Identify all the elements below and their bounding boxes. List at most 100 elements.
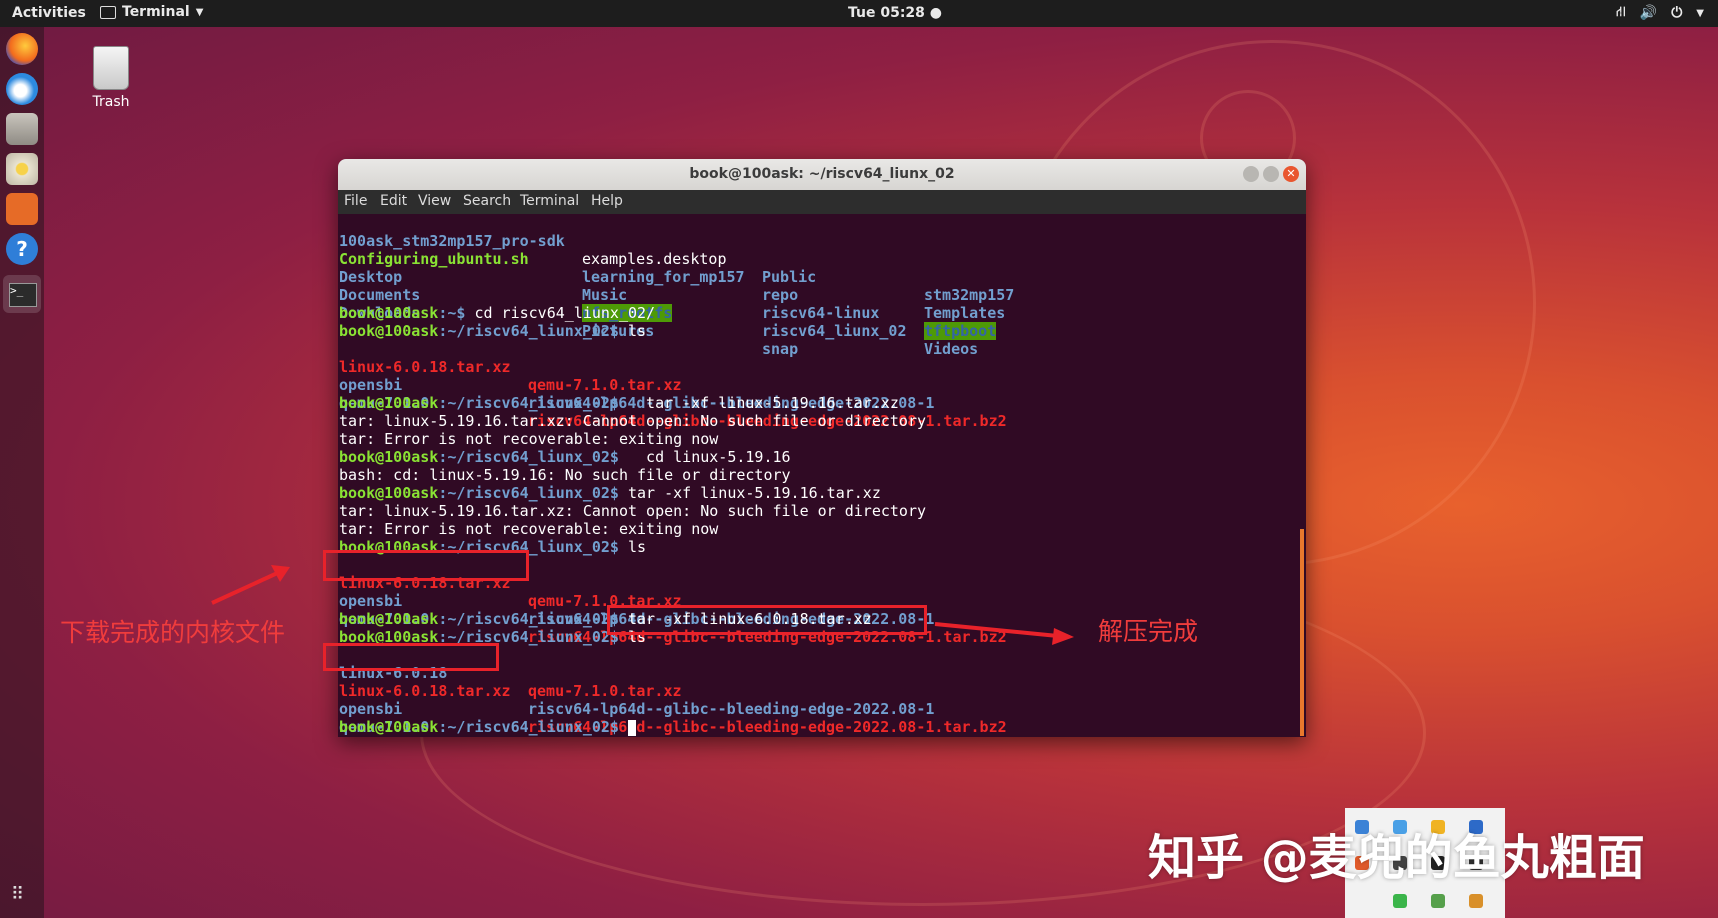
terminal-line: book@100ask:~/riscv64_liunx_02$ tar -xf … xyxy=(339,484,881,502)
help-icon[interactable]: ? xyxy=(6,233,38,265)
archive-name: qemu-7.1.0.tar.xz xyxy=(528,682,682,700)
terminal-line: qemu-7.1.0 riscv64-lp64d--glibc--bleedin… xyxy=(339,592,393,610)
window-title: book@100ask: ~/riscv64_liunx_02 xyxy=(338,166,1306,182)
prompt-user: book@100ask xyxy=(339,448,438,466)
arrowhead-left xyxy=(271,565,290,582)
notification-dot-icon: ● xyxy=(930,5,942,21)
terminal-line: book@100ask:~/riscv64_liunx_02$ xyxy=(339,718,636,736)
clock-text: Tue 05:28 xyxy=(848,5,925,21)
prompt-path: :~/riscv64_liunx_02$ xyxy=(438,484,619,502)
software-center-icon[interactable] xyxy=(6,193,38,225)
menu-file[interactable]: File xyxy=(344,193,367,209)
menu-bar: File Edit View Search Terminal Help xyxy=(338,190,1306,214)
app-menu-button[interactable]: Terminal ▼ xyxy=(100,4,203,20)
dock: ? >_ ⠿ xyxy=(0,27,44,918)
dir-name: Music xyxy=(582,286,627,304)
window-titlebar[interactable]: book@100ask: ~/riscv64_liunx_02 ✕ xyxy=(338,159,1306,190)
firefox-icon[interactable] xyxy=(6,33,38,65)
menu-terminal[interactable]: Terminal xyxy=(520,193,579,209)
command: ls xyxy=(619,322,646,340)
menu-edit[interactable]: Edit xyxy=(380,193,407,209)
show-apps-icon[interactable]: ⠿ xyxy=(11,885,31,905)
network-icon[interactable]: ⛙ xyxy=(1616,4,1626,22)
prompt-path: :~/riscv64_liunx_02$ xyxy=(438,448,619,466)
top-bar: Activities Terminal ▼ Tue 05:28 ● ⛙ 🔊 ⏻ … xyxy=(0,0,1718,27)
prompt-user: book@100ask xyxy=(339,484,438,502)
file-name: examples.desktop xyxy=(582,250,727,268)
command: ls xyxy=(619,538,646,556)
thunderbird-icon[interactable] xyxy=(6,73,38,105)
chevron-down-icon: ▼ xyxy=(196,7,204,18)
dir-name: riscv64-lp64d--glibc--bleeding-edge-2022… xyxy=(528,700,934,718)
terminal-line: qemu-7.1.0 xyxy=(339,700,393,718)
prompt-user: book@100ask xyxy=(339,304,438,322)
dir-name: Public xyxy=(762,268,816,286)
dir-name: repo xyxy=(762,286,798,304)
dir-name: learning_for_mp157 xyxy=(582,268,745,286)
terminal-line: book@100ask:~/riscv64_liunx_02$ cd linux… xyxy=(339,448,791,466)
menu-search[interactable]: Search xyxy=(463,193,511,209)
clock[interactable]: Tue 05:28 ● xyxy=(848,5,942,21)
command: tar -xf linux-5.19.16.tar.xz xyxy=(619,484,881,502)
terminal-icon[interactable]: >_ xyxy=(3,275,41,313)
prompt-user: book@100ask xyxy=(339,394,438,412)
terminal-line: tar: linux-5.19.16.tar.xz: Cannot open: … xyxy=(339,502,926,520)
terminal-line: 100ask_stm32mp157_pro-sdk examples.deskt… xyxy=(339,214,393,232)
dir-name: snap xyxy=(762,340,798,358)
power-icon[interactable]: ⏻ xyxy=(1671,5,1682,21)
maximize-button[interactable] xyxy=(1263,166,1279,182)
prompt-path: :~/riscv64_liunx_02$ xyxy=(438,322,619,340)
prompt-path: :~/riscv64_liunx_02$ xyxy=(438,718,619,736)
dir-name-highlighted: tftpboot xyxy=(924,322,996,340)
minimize-button[interactable] xyxy=(1243,166,1259,182)
trash-icon xyxy=(93,46,129,90)
dir-name: stm32mp157 xyxy=(924,286,1014,304)
terminal-line: opensbi riscv64-lp64d--glibc--bleeding-e… xyxy=(339,358,393,376)
desktop-trash[interactable]: Trash xyxy=(86,46,136,110)
annotation-extracted: 解压完成 xyxy=(1098,612,1198,648)
trash-label: Trash xyxy=(86,94,136,110)
terminal-line: linux-6.0.18.tar.xz qemu-7.1.0.tar.xz xyxy=(339,340,393,358)
terminal-line: qemu-7.1.0 riscv64-lp64d--glibc--bleedin… xyxy=(339,376,393,394)
terminal-line: Configuring_ubuntu.sh learning_for_mp157… xyxy=(339,232,393,250)
highlight-box-extracted xyxy=(323,643,499,671)
tray-app-icon[interactable] xyxy=(1431,894,1445,908)
dir-name: Templates xyxy=(924,304,1005,322)
scrollbar[interactable] xyxy=(1300,529,1304,736)
prompt-user: book@100ask xyxy=(339,718,438,736)
terminal-line: book@100ask:~$ cd riscv64_liunx_02/ xyxy=(339,304,655,322)
dir-name: riscv64_liunx_02 xyxy=(762,322,907,340)
command: cd linux-5.19.16 xyxy=(619,448,791,466)
command: cd riscv64_liunx_02/ xyxy=(465,304,655,322)
terminal-line: Desktop Music riscv64-linux tftpboot xyxy=(339,250,393,268)
terminal-line: opensbi riscv64-lp64d--glibc--bleeding-e… xyxy=(339,682,393,700)
system-tray[interactable]: ⛙ 🔊 ⏻ ▼ xyxy=(1616,4,1704,22)
highlight-box-command xyxy=(607,605,927,635)
terminal-line: bash: cd: linux-5.19.16: No such file or… xyxy=(339,466,791,484)
terminal-line: Documents nfs_rootfs riscv64_liunx_02 Vi… xyxy=(339,268,393,286)
prompt-user: book@100ask xyxy=(339,610,438,628)
rhythmbox-icon[interactable] xyxy=(6,153,38,185)
dir-name: Videos xyxy=(924,340,978,358)
tray-app-icon[interactable] xyxy=(1393,894,1407,908)
menu-help[interactable]: Help xyxy=(591,193,623,209)
terminal-icon xyxy=(100,6,116,19)
terminal-line: tar: Error is not recoverable: exiting n… xyxy=(339,430,718,448)
terminal-line: book@100ask:~/riscv64_liunx_02$ tar -xf … xyxy=(339,394,899,412)
tray-app-icon[interactable] xyxy=(1469,894,1483,908)
text-cursor xyxy=(628,720,636,736)
terminal-line: book@100ask:~/riscv64_liunx_02$ ls xyxy=(339,322,646,340)
watermark: 知乎 @麦兜的鱼丸粗面 xyxy=(1148,818,1645,888)
activities-button[interactable]: Activities xyxy=(12,5,86,21)
terminal-line: Downloads Pictures snap xyxy=(339,286,393,304)
close-button[interactable]: ✕ xyxy=(1283,166,1299,182)
menu-view[interactable]: View xyxy=(418,193,451,209)
command: tar -xf linux-5.19.16.tar.xz xyxy=(619,394,899,412)
dir-name: riscv64-linux xyxy=(762,304,879,322)
prompt-user: book@100ask xyxy=(339,322,438,340)
chevron-down-icon[interactable]: ▼ xyxy=(1696,8,1704,19)
arrow-left xyxy=(212,570,284,603)
highlight-box-downloaded xyxy=(323,550,529,581)
files-icon[interactable] xyxy=(6,113,38,145)
volume-icon[interactable]: 🔊 xyxy=(1640,5,1657,21)
